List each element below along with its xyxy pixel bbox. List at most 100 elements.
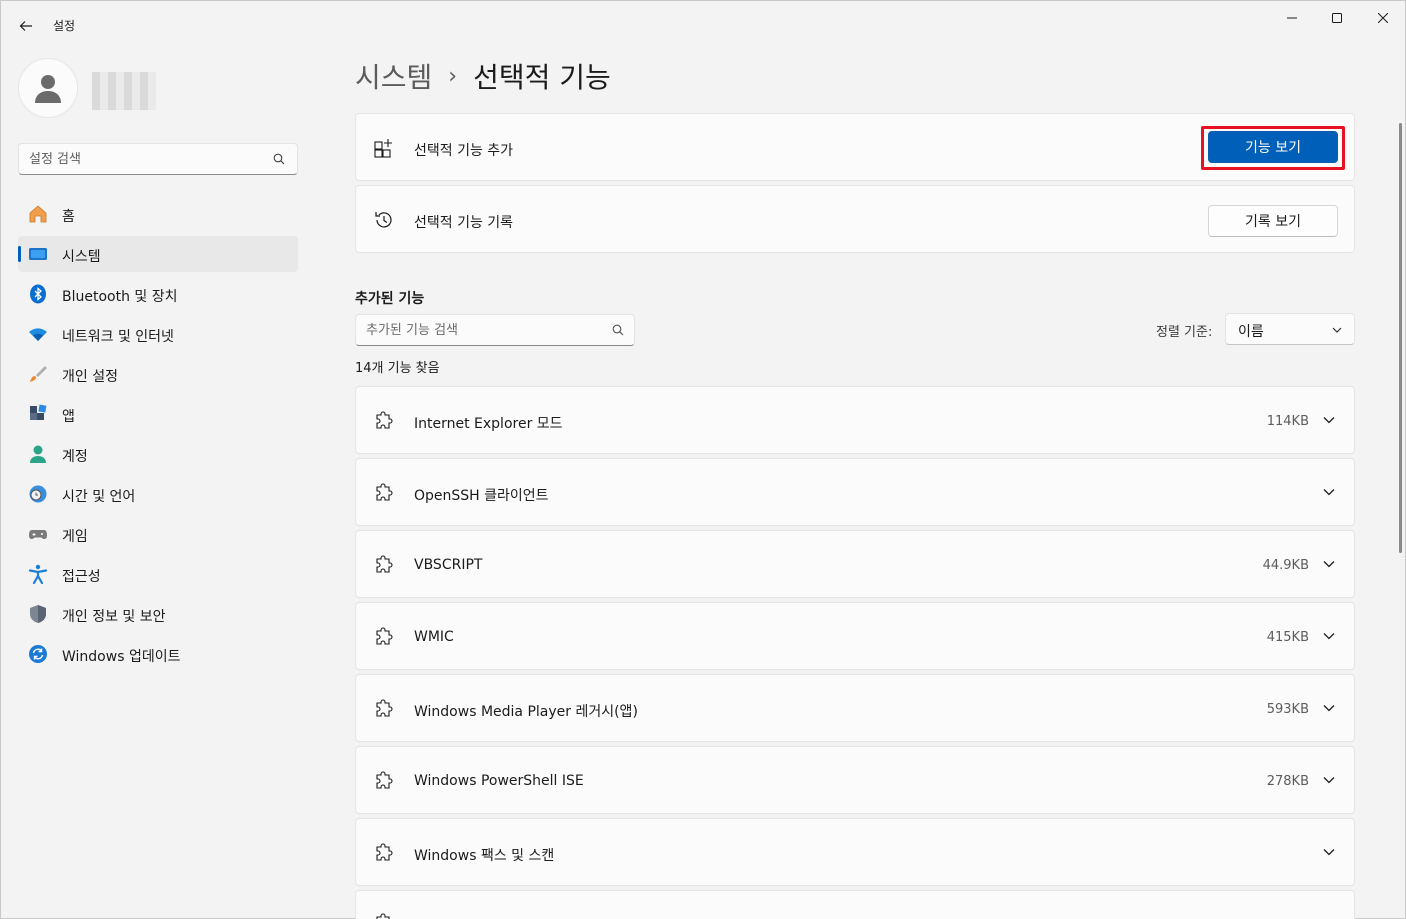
chevron-down-icon[interactable] (1322, 629, 1336, 643)
brush-icon (28, 364, 48, 384)
accessibility-icon (28, 564, 48, 584)
wifi-icon (28, 324, 48, 344)
sidebar-item-home[interactable]: 홈 (18, 196, 298, 232)
settings-search-input[interactable] (29, 144, 269, 174)
puzzle-icon (376, 555, 393, 573)
page-title: 선택적 기능 (473, 61, 611, 94)
profile-name-blurred (92, 72, 156, 110)
feature-row[interactable]: OpenSSH 클라이언트 (355, 458, 1355, 526)
sidebar-item-label: 시간 및 언어 (62, 489, 136, 505)
breadcrumb-separator: › (448, 63, 458, 89)
puzzle-icon (376, 627, 393, 645)
title-bar: 설정 (1, 1, 1405, 49)
user-profile[interactable] (18, 58, 298, 120)
sidebar-item-accounts[interactable]: 계정 (18, 436, 298, 472)
sort-value: 이름 (1238, 324, 1264, 340)
feature-name: Internet Explorer 모드 (414, 416, 563, 432)
sidebar-item-bluetooth[interactable]: Bluetooth 및 장치 (18, 276, 298, 312)
sidebar-item-time-language[interactable]: 시간 및 언어 (18, 476, 298, 512)
feature-name: WMIC (414, 629, 454, 645)
sidebar-item-privacy-security[interactable]: 개인 정보 및 보안 (18, 596, 298, 632)
feature-row[interactable]: Windows Media Player 레거시(앱) 593KB (355, 674, 1355, 742)
sidebar-nav: 홈 시스템 Bluetooth 및 장치 네트워크 및 인터넷 개인 설정 앱 … (18, 196, 298, 676)
sidebar-item-system[interactable]: 시스템 (18, 236, 298, 272)
back-button[interactable] (11, 11, 41, 41)
sidebar-item-label: 접근성 (62, 569, 101, 585)
search-icon[interactable] (273, 153, 285, 165)
avatar (18, 58, 78, 118)
puzzle-icon (376, 699, 393, 717)
breadcrumb-parent[interactable]: 시스템 (355, 56, 432, 96)
add-feature-label: 선택적 기능 추가 (414, 143, 514, 159)
shield-icon (28, 604, 48, 624)
sidebar-item-label: 시스템 (62, 249, 101, 265)
puzzle-icon (376, 411, 393, 429)
add-feature-card: 선택적 기능 추가 기능 보기 (355, 113, 1355, 181)
feature-name: VBSCRIPT (414, 557, 483, 573)
sidebar-item-accessibility[interactable]: 접근성 (18, 556, 298, 592)
feature-name: Windows PowerShell ISE (414, 773, 584, 789)
scrollbar[interactable] (1399, 123, 1402, 553)
sidebar-item-label: 개인 정보 및 보안 (62, 609, 166, 625)
view-features-button[interactable]: 기능 보기 (1208, 131, 1338, 163)
chevron-down-icon[interactable] (1322, 773, 1336, 787)
sidebar-item-gaming[interactable]: 게임 (18, 516, 298, 552)
system-icon (28, 244, 48, 264)
installed-features-title: 추가된 기능 (355, 291, 425, 307)
feature-search-box[interactable] (355, 314, 635, 346)
settings-window: 설정 홈 (0, 0, 1406, 919)
bluetooth-icon (28, 284, 48, 304)
feature-size: 593KB (1266, 702, 1309, 717)
update-icon (28, 644, 48, 664)
clock-globe-icon (28, 484, 48, 504)
sidebar-item-label: 홈 (62, 209, 75, 225)
maximize-button[interactable] (1314, 1, 1360, 35)
feature-name: Windows Media Player 레거시(앱) (414, 704, 638, 720)
feature-history-card: 선택적 기능 기록 기록 보기 (355, 185, 1355, 253)
sidebar-item-label: 네트워크 및 인터넷 (62, 329, 174, 345)
add-grid-icon (374, 139, 392, 158)
sidebar-item-network[interactable]: 네트워크 및 인터넷 (18, 316, 298, 352)
feature-row[interactable]: Windows PowerShell ISE 278KB (355, 746, 1355, 814)
chevron-down-icon[interactable] (1322, 557, 1336, 571)
history-icon (375, 212, 392, 228)
sidebar-item-label: 계정 (62, 449, 88, 465)
apps-icon (28, 404, 48, 424)
feature-size: 415KB (1266, 630, 1309, 645)
feature-row-partial[interactable] (355, 890, 1355, 919)
minimize-button[interactable] (1269, 1, 1315, 35)
close-button[interactable] (1360, 1, 1406, 35)
feature-size: 114KB (1266, 414, 1309, 429)
feature-search-input[interactable] (366, 315, 606, 345)
sidebar-item-apps[interactable]: 앱 (18, 396, 298, 432)
app-title: 설정 (53, 19, 76, 33)
feature-row[interactable]: Internet Explorer 모드 114KB (355, 386, 1355, 454)
feature-size: 278KB (1266, 774, 1309, 789)
minimize-icon (1287, 17, 1297, 19)
sidebar-item-personalization[interactable]: 개인 설정 (18, 356, 298, 392)
home-icon (28, 204, 48, 224)
chevron-down-icon[interactable] (1322, 485, 1336, 499)
sidebar-item-windows-update[interactable]: Windows 업데이트 (18, 636, 298, 672)
chevron-down-icon[interactable] (1322, 845, 1336, 859)
sort-dropdown[interactable]: 이름 (1225, 313, 1355, 345)
feature-row[interactable]: WMIC 415KB (355, 602, 1355, 670)
chevron-down-icon (1332, 327, 1342, 333)
puzzle-icon (376, 843, 393, 861)
gamepad-icon (28, 524, 48, 544)
feature-row[interactable]: VBSCRIPT 44.9KB (355, 530, 1355, 598)
view-history-button[interactable]: 기록 보기 (1208, 205, 1338, 237)
person-icon (35, 75, 61, 103)
feature-row[interactable]: Windows 팩스 및 스캔 (355, 818, 1355, 886)
maximize-icon (1332, 13, 1342, 23)
feature-history-label: 선택적 기능 기록 (414, 215, 514, 231)
settings-search-box[interactable] (18, 143, 298, 175)
feature-size: 44.9KB (1262, 558, 1309, 573)
puzzle-icon (376, 771, 393, 789)
account-icon (28, 444, 48, 464)
close-icon (1378, 13, 1388, 23)
chevron-down-icon[interactable] (1322, 701, 1336, 715)
chevron-down-icon[interactable] (1322, 413, 1336, 427)
sort-label: 정렬 기준: (1156, 325, 1213, 340)
search-icon[interactable] (612, 324, 624, 336)
